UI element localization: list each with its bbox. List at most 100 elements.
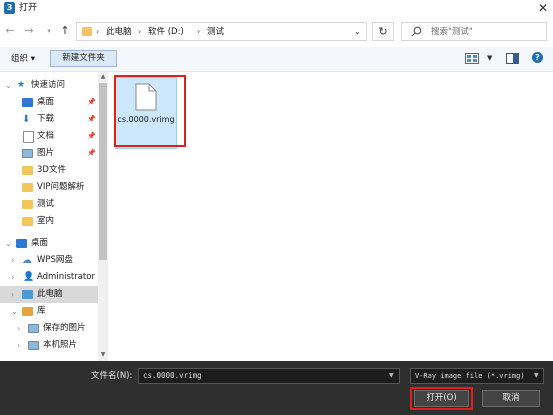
recent-locations-chevron-icon[interactable]: ▾ — [42, 22, 56, 40]
nav-item-label: 测试 — [37, 199, 55, 209]
nav-item-documents[interactable]: 文档 📌 — [0, 128, 98, 145]
window-title: 打开 — [19, 3, 38, 13]
nav-item-interior[interactable]: 室内 — [0, 213, 98, 230]
folder-icon — [22, 217, 33, 226]
cancel-button[interactable]: 取消 — [482, 390, 540, 407]
nav-item-desktop[interactable]: 桌面 📌 — [0, 94, 98, 111]
nav-item-label: 库 — [37, 306, 46, 316]
chevron-down-icon[interactable]: ⌄ — [354, 26, 361, 38]
desktop-icon — [22, 98, 33, 107]
nav-item-test[interactable]: 测试 — [0, 196, 98, 213]
document-icon — [23, 131, 34, 143]
chevron-right-icon[interactable]: › — [17, 320, 20, 337]
nav-item-downloads[interactable]: ⬇ 下载 📌 — [0, 111, 98, 128]
help-icon[interactable]: ? — [532, 52, 543, 63]
nav-item-administrator[interactable]: › 👤 Administrator — [0, 269, 98, 286]
pin-icon: 📌 — [87, 115, 96, 123]
picture-icon — [22, 149, 33, 158]
view-options-icon[interactable] — [465, 53, 479, 64]
title-bar: 3 打开 ✕ — [0, 0, 553, 17]
nav-item-camera-roll[interactable]: › 本机照片 — [0, 337, 98, 354]
filename-field[interactable]: cs.0000.vrimg ▼ — [138, 368, 400, 384]
chevron-right-icon[interactable]: › — [11, 252, 14, 269]
search-icon — [411, 26, 422, 37]
breadcrumb-item[interactable]: 测试 — [207, 26, 224, 38]
user-icon: 👤 — [23, 272, 35, 282]
bottom-panel: 文件名(N): cs.0000.vrimg ▼ V-Ray image file… — [0, 361, 553, 415]
chevron-right-icon[interactable]: › — [11, 269, 14, 286]
pin-icon: 📌 — [87, 132, 96, 140]
pin-icon: 📌 — [87, 98, 96, 106]
chevron-down-icon[interactable]: ▼ — [389, 370, 394, 382]
back-arrow-icon[interactable]: ← — [3, 22, 17, 40]
file-type-value: V-Ray image file (*.vrimg) — [415, 372, 525, 380]
close-icon[interactable]: ✕ — [536, 1, 550, 15]
chevron-right-icon: › — [96, 27, 100, 36]
command-bar: 组织 ▾ 新建文件夹 ▼ ? — [0, 47, 553, 72]
scrollbar-thumb[interactable] — [99, 83, 107, 260]
nav-item-label: 此电脑 — [37, 289, 63, 299]
computer-icon — [22, 290, 33, 299]
nav-item-label: WPS网盘 — [37, 255, 73, 265]
chevron-right-icon[interactable]: › — [11, 286, 14, 303]
nav-item-this-pc[interactable]: › 此电脑 — [0, 286, 98, 303]
view-dropdown-icon[interactable]: ▼ — [487, 52, 492, 64]
nav-item-label: 快速访问 — [31, 80, 66, 90]
nav-item-library[interactable]: ⌄ 库 — [0, 303, 98, 320]
nav-item-wps-cloud[interactable]: › ☁ WPS网盘 — [0, 252, 98, 269]
navigation-pane: ⌄ ★ 快速访问 桌面 📌 ⬇ 下载 📌 文档 📌 图片 📌 3D文件 VIP问… — [0, 72, 108, 361]
nav-item-pictures[interactable]: 图片 📌 — [0, 145, 98, 162]
library-icon — [22, 307, 33, 316]
nav-item-label: 桌面 — [31, 238, 49, 248]
search-input[interactable]: 搜索"测试" — [401, 22, 547, 41]
nav-item-vip[interactable]: VIP问题解析 — [0, 179, 98, 196]
nav-item-saved-pictures[interactable]: › 保存的图片 — [0, 320, 98, 337]
highlight-box — [114, 75, 186, 147]
new-folder-button[interactable]: 新建文件夹 — [50, 50, 117, 67]
nav-item-label: 保存的图片 — [43, 323, 86, 333]
nav-item-label: Administrator — [37, 272, 95, 282]
scroll-down-icon[interactable]: ▼ — [98, 350, 108, 360]
nav-item-label: 本机照片 — [43, 340, 78, 350]
picture-icon — [28, 341, 39, 350]
desktop-icon — [16, 239, 27, 248]
forward-arrow-icon[interactable]: → — [22, 22, 36, 40]
folder-icon — [22, 183, 33, 192]
file-type-select[interactable]: V-Ray image file (*.vrimg) ▼ — [410, 368, 544, 384]
highlight-box — [410, 387, 473, 410]
picture-icon — [28, 324, 39, 333]
filename-label: 文件名(N): — [91, 371, 133, 381]
chevron-right-icon: › — [138, 27, 142, 36]
star-icon: ★ — [17, 80, 26, 90]
folder-icon — [22, 200, 33, 209]
chevron-down-icon[interactable]: ⌄ — [5, 235, 12, 252]
nav-item-label: 3D文件 — [37, 165, 66, 175]
chevron-right-icon: › — [197, 27, 201, 36]
folder-icon — [82, 27, 92, 36]
cloud-icon: ☁ — [22, 255, 32, 266]
breadcrumb-item[interactable]: 软件 (D:) — [148, 26, 184, 38]
nav-item-label: 文档 — [37, 131, 55, 141]
organize-menu[interactable]: 组织 ▾ — [11, 53, 35, 65]
scroll-up-icon[interactable]: ▲ — [98, 72, 108, 82]
breadcrumb-item[interactable]: 此电脑 — [106, 26, 132, 38]
nav-item-label: 桌面 — [37, 97, 55, 107]
app-icon: 3 — [4, 2, 15, 14]
refresh-button[interactable]: ↻ — [372, 22, 394, 41]
nav-item-label: 下载 — [37, 114, 55, 124]
chevron-right-icon[interactable]: › — [17, 337, 20, 354]
address-bar[interactable]: › 此电脑 › 软件 (D:) › 测试 ⌄ — [76, 22, 367, 41]
up-arrow-icon[interactable]: ↑ — [58, 22, 72, 40]
chevron-down-icon[interactable]: ▼ — [534, 370, 539, 382]
nav-item-label: VIP问题解析 — [37, 182, 85, 192]
chevron-down-icon[interactable]: ⌄ — [11, 303, 18, 320]
pin-icon: 📌 — [87, 149, 96, 157]
nav-item-desktop-root[interactable]: ⌄ 桌面 — [0, 235, 98, 252]
filename-value: cs.0000.vrimg — [143, 371, 202, 380]
search-placeholder: 搜索"测试" — [431, 27, 473, 37]
nav-item-3d-files[interactable]: 3D文件 — [0, 162, 98, 179]
nav-item-label: 图片 — [37, 148, 55, 158]
preview-pane-icon[interactable] — [506, 53, 519, 64]
nav-item-quick-access[interactable]: ⌄ ★ 快速访问 — [0, 77, 98, 94]
chevron-down-icon[interactable]: ⌄ — [5, 77, 12, 94]
